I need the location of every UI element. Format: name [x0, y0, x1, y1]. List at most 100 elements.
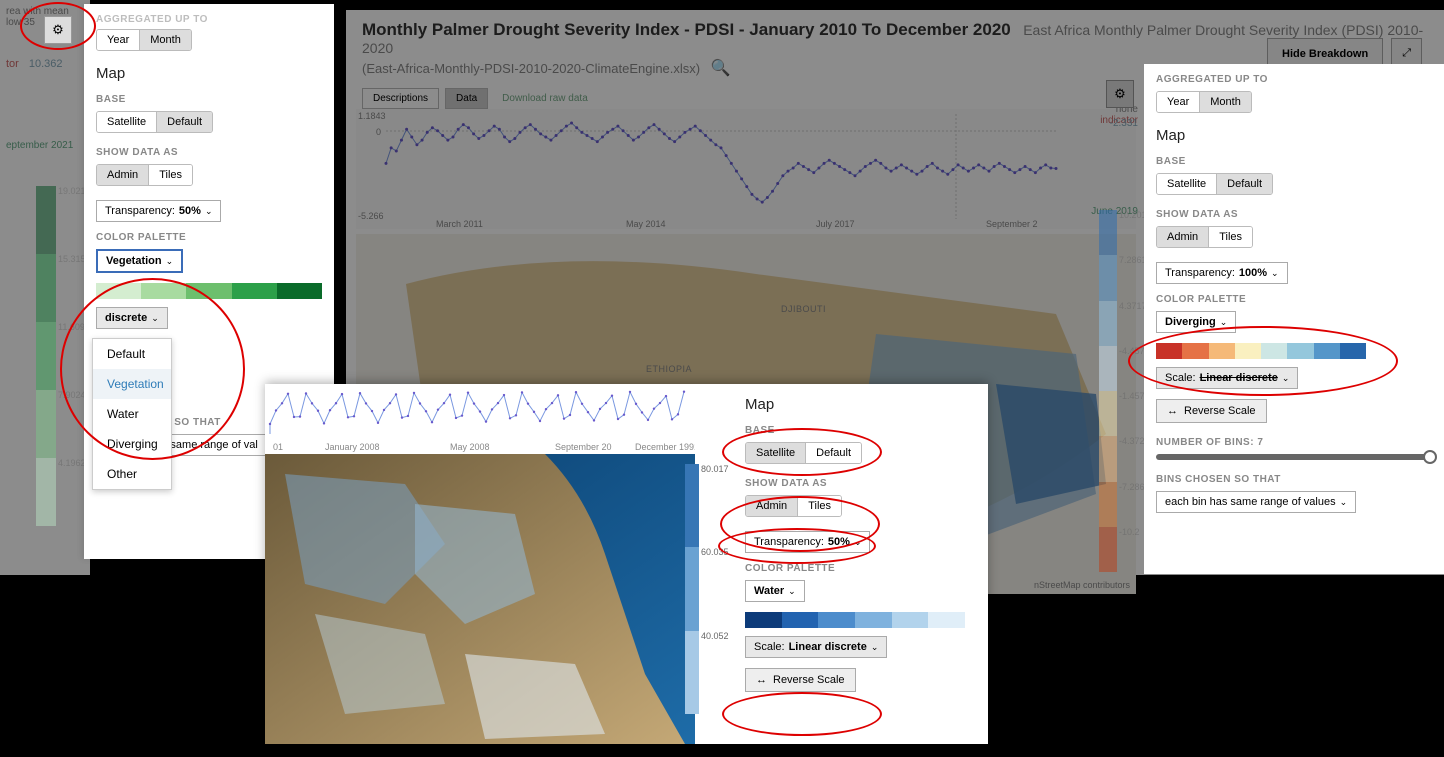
svg-text:December 1991: December 1991 [635, 442, 695, 452]
svg-text:July 2017: July 2017 [816, 219, 855, 229]
side-val: 10.362 [29, 58, 63, 70]
showdata-label-d: SHOW DATA AS [1156, 209, 1432, 220]
base-label-d: BASE [1156, 156, 1432, 167]
base-label-a: BASE [96, 94, 322, 105]
base-label-c: BASE [745, 425, 976, 436]
reverse-scale-btn-d[interactable]: ↔ Reverse Scale [1156, 399, 1267, 423]
tiles-pill-d[interactable]: Tiles [1209, 227, 1252, 247]
palette-swatches-a [96, 283, 322, 299]
palette-swatches-d [1156, 343, 1366, 359]
scale-dd-a[interactable]: discrete ⌄ [96, 307, 168, 329]
chevron-down-icon: ⌄ [1282, 373, 1290, 384]
svg-text:January 2008: January 2008 [325, 442, 380, 452]
page-file: (East-Africa-Monthly-PDSI-2010-2020-Clim… [362, 61, 700, 76]
palette-opt-water[interactable]: Water [93, 399, 171, 429]
aggregated-label-d: AGGREGATED UP TO [1156, 74, 1432, 85]
scale-dd-d[interactable]: Scale: Linear discrete ⌄ [1156, 367, 1298, 389]
timeseries-chart: 1.1843 0 -5.266 March 2011 May 2014 July… [356, 109, 1136, 229]
base-toggle-d[interactable]: Satellite Default [1156, 173, 1273, 195]
svg-text:September 2: September 2 [986, 219, 1038, 229]
palette-opt-other[interactable]: Other [93, 459, 171, 489]
admin-pill-c[interactable]: Admin [746, 496, 798, 516]
mini-chart-c: 01 January 2008 May 2008 September 20 De… [265, 384, 695, 454]
satellite-pill-d[interactable]: Satellite [1157, 174, 1217, 194]
satellite-pill-a[interactable]: Satellite [97, 112, 157, 132]
default-pill-a[interactable]: Default [157, 112, 212, 132]
tab-descriptions[interactable]: Descriptions [362, 88, 439, 109]
palette-opt-vegetation[interactable]: Vegetation [93, 369, 171, 399]
satellite-pill-c[interactable]: Satellite [746, 443, 806, 463]
chevron-down-icon: ⌄ [166, 256, 174, 267]
chevron-down-icon: ⌄ [151, 313, 159, 324]
tiles-pill-a[interactable]: Tiles [149, 165, 192, 185]
palette-opt-default[interactable]: Default [93, 339, 171, 369]
showdata-label-c: SHOW DATA AS [745, 478, 976, 489]
agg-toggle-a[interactable]: Year Month [96, 29, 192, 51]
map-heading-a: Map [96, 65, 322, 82]
gear-button-b[interactable]: ⚙ [1106, 80, 1134, 108]
palette-dd-c[interactable]: Water ⌄ [745, 580, 805, 602]
svg-text:May 2014: May 2014 [626, 219, 666, 229]
map-label-djibouti: DJIBOUTI [781, 304, 826, 314]
binsrule-dd-d[interactable]: each bin has same range of values ⌄ [1156, 491, 1356, 513]
default-pill-d[interactable]: Default [1217, 174, 1272, 194]
default-pill-c[interactable]: Default [806, 443, 861, 463]
bins-label-d: NUMBER OF BINS: 7 [1156, 437, 1432, 448]
admin-pill-d[interactable]: Admin [1157, 227, 1209, 247]
aggregated-label-a: AGGREGATED UP TO [96, 14, 208, 25]
month-pill-a[interactable]: Month [140, 30, 191, 50]
palette-dropdown-a[interactable]: Default Vegetation Water Diverging Other [92, 338, 172, 490]
tiles-pill-c[interactable]: Tiles [798, 496, 841, 516]
palette-label-a: COLOR PALETTE [96, 232, 322, 243]
gear-icon: ⚙ [52, 22, 64, 38]
chevron-down-icon: ⌄ [1340, 497, 1348, 508]
indicator-value: -2.331 [1110, 118, 1138, 129]
year-pill-d[interactable]: Year [1157, 92, 1200, 112]
admin-pill-a[interactable]: Admin [97, 165, 149, 185]
satellite-map-c[interactable] [265, 454, 695, 744]
palette-opt-diverging[interactable]: Diverging [93, 429, 171, 459]
svg-text:May 2008: May 2008 [450, 442, 490, 452]
svg-text:March 2011: March 2011 [436, 219, 483, 229]
reverse-scale-btn-c[interactable]: ↔ Reverse Scale [745, 668, 856, 692]
palette-dd-d[interactable]: Diverging ⌄ [1156, 311, 1236, 333]
page-title: Monthly Palmer Drought Severity Index - … [362, 20, 1011, 39]
search-icon[interactable]: 🔍 [711, 60, 731, 77]
bins-slider-d[interactable] [1156, 454, 1432, 460]
map-heading-c: Map [745, 396, 976, 413]
map-heading-d: Map [1156, 127, 1432, 144]
tab-data[interactable]: Data [445, 88, 488, 109]
palette-dd-a[interactable]: Vegetation ⌄ [96, 249, 183, 273]
base-toggle-c[interactable]: Satellite Default [745, 442, 862, 464]
base-toggle-a[interactable]: Satellite Default [96, 111, 213, 133]
month-pill-d[interactable]: Month [1200, 92, 1251, 112]
side-text-3: tor [6, 58, 19, 70]
chevron-down-icon: ⌄ [205, 206, 213, 217]
palette-label-d: COLOR PALETTE [1156, 294, 1432, 305]
svg-text:01: 01 [273, 442, 283, 452]
transparency-dd-d[interactable]: Transparency: 100% ⌄ [1156, 262, 1288, 284]
chevron-down-icon: ⌄ [1220, 317, 1228, 328]
agg-toggle-d[interactable]: Year Month [1156, 91, 1252, 113]
chevron-down-icon: ⌄ [871, 642, 879, 653]
gear-button-a[interactable]: ⚙ [44, 16, 72, 44]
transparency-dd-c[interactable]: Transparency: 50% ⌄ [745, 531, 870, 553]
swap-icon: ↔ [756, 674, 767, 686]
svg-text:-5.266: -5.266 [358, 211, 384, 221]
transparency-dd-a[interactable]: Transparency: 50% ⌄ [96, 200, 221, 222]
year-pill-a[interactable]: Year [97, 30, 140, 50]
map-credits: nStreetMap contributors [1034, 580, 1130, 590]
showdata-toggle-d[interactable]: Admin Tiles [1156, 226, 1253, 248]
chevron-down-icon: ⌄ [854, 537, 862, 548]
compress-icon: ⤢ [1402, 47, 1411, 60]
svg-text:0: 0 [376, 127, 381, 137]
scale-dd-c[interactable]: Scale: Linear discrete ⌄ [745, 636, 887, 658]
gear-icon: ⚙ [1114, 86, 1126, 102]
download-link[interactable]: Download raw data [494, 89, 596, 108]
svg-text:September 20: September 20 [555, 442, 612, 452]
showdata-toggle-c[interactable]: Admin Tiles [745, 495, 842, 517]
side-month: eptember 2021 [6, 140, 84, 151]
chevron-down-icon: ⌄ [788, 586, 796, 597]
palette-swatches-c [745, 612, 965, 628]
showdata-toggle-a[interactable]: Admin Tiles [96, 164, 193, 186]
